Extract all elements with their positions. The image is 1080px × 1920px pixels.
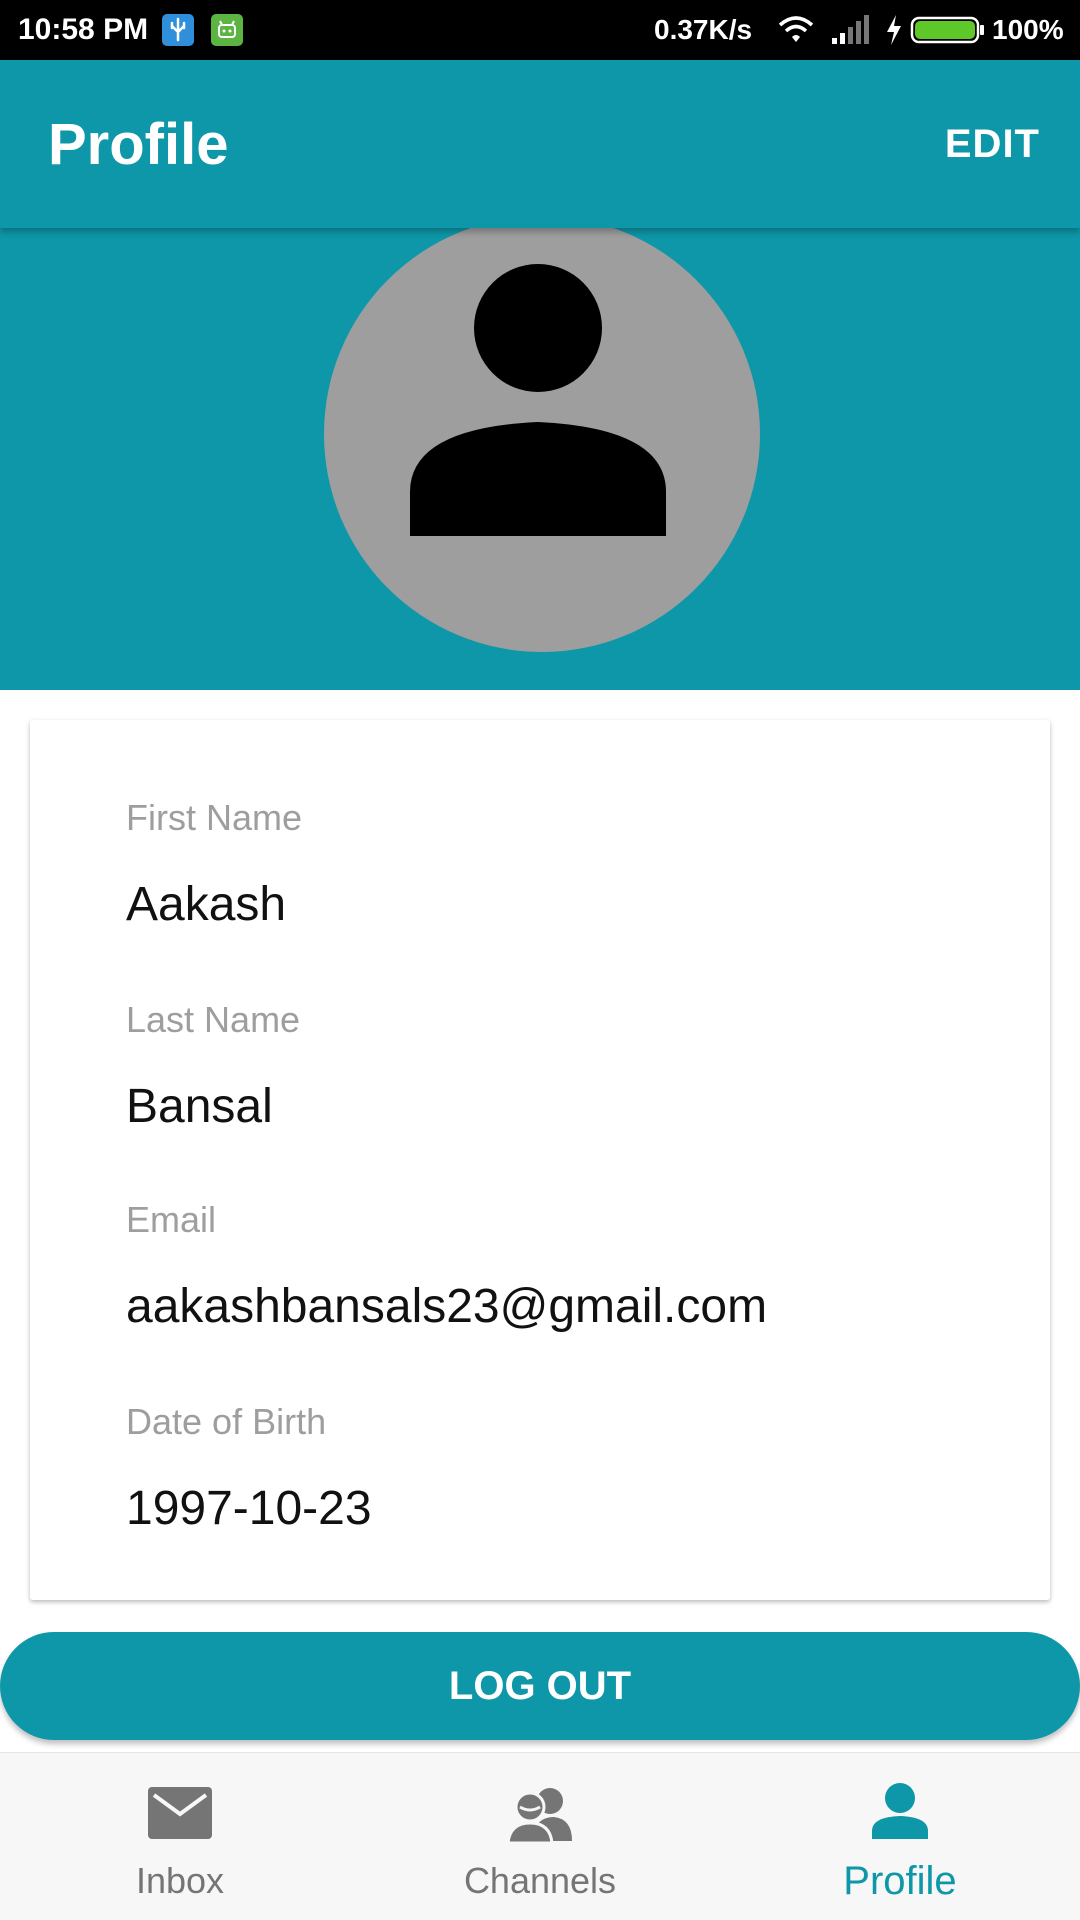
battery-percent: 100% <box>992 14 1064 45</box>
app-bar: Profile EDIT <box>0 60 1080 228</box>
nav-label-inbox: Inbox <box>135 1860 225 1901</box>
avatar[interactable] <box>324 228 760 652</box>
nav-item-profile[interactable]: Profile <box>720 1753 1080 1920</box>
first-name-label: First Name <box>126 797 303 838</box>
nav-item-inbox[interactable]: Inbox <box>0 1753 360 1920</box>
last-name-label: Last Name <box>126 999 301 1040</box>
wifi-icon <box>776 14 816 51</box>
email-value: aakashbansals23@gmail.com <box>126 1280 768 1333</box>
person-icon <box>410 264 666 536</box>
group-icon <box>508 1788 572 1845</box>
first-name-value: Aakash <box>126 878 287 931</box>
android-icon <box>211 14 243 46</box>
nav-item-channels[interactable]: Channels <box>360 1753 720 1920</box>
network-speed: 0.37K/s <box>654 14 753 45</box>
mail-icon <box>148 1787 212 1839</box>
nav-label-profile: Profile <box>843 1859 957 1903</box>
last-name-value: Bansal <box>126 1080 273 1133</box>
battery-icon <box>910 14 986 51</box>
nav-label-channels: Channels <box>463 1860 617 1901</box>
usb-icon <box>162 14 194 46</box>
profile-header <box>0 228 1080 690</box>
bottom-nav: Inbox Channels Profile <box>0 1752 1080 1920</box>
logout-button[interactable]: LOG OUT <box>0 1632 1080 1740</box>
profile-screen: 10:58 PM 0.37K/s 100% Profile EDIT First… <box>0 0 1080 1920</box>
edit-button[interactable]: EDIT <box>945 116 1040 172</box>
signal-icon <box>830 14 870 51</box>
dob-value: 1997-10-23 <box>126 1482 372 1535</box>
page-title: Profile <box>48 112 229 177</box>
charging-icon <box>884 14 904 51</box>
email-label: Email <box>126 1199 217 1240</box>
profile-card: First Name Aakash Last Name Bansal Email… <box>30 720 1050 1600</box>
status-bar: 10:58 PM 0.37K/s 100% <box>0 0 1080 60</box>
status-time: 10:58 PM <box>18 13 149 46</box>
dob-label: Date of Birth <box>126 1401 327 1442</box>
person-icon <box>872 1783 928 1839</box>
